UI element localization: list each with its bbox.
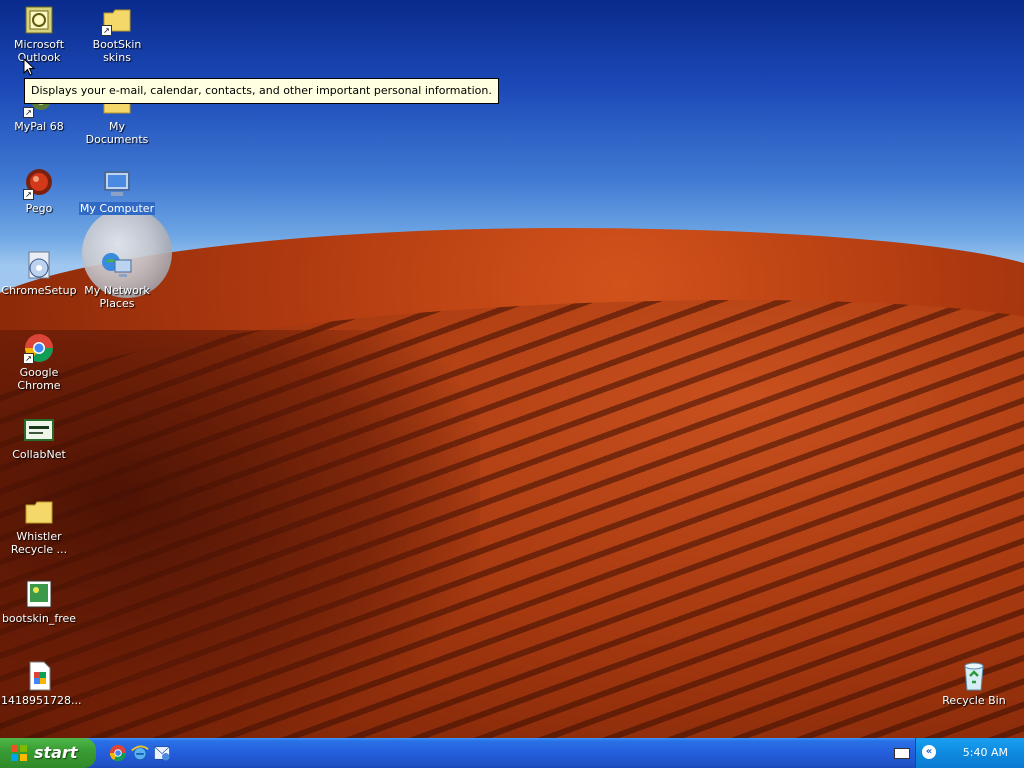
- show-hidden-icons-chevron-icon[interactable]: «: [922, 745, 936, 759]
- desktop-icon-recycle-bin[interactable]: Recycle Bin: [935, 660, 1013, 707]
- icon-label: MyPal 68: [14, 120, 64, 133]
- shortcut-arrow-icon: ↗: [23, 189, 34, 200]
- icon-label: Recycle Bin: [942, 694, 1006, 707]
- clock[interactable]: 5:40 AM: [963, 738, 1008, 768]
- icon-label: ChromeSetup: [1, 284, 77, 297]
- keyboard-icon[interactable]: [894, 748, 910, 759]
- desktop-icon-file-1418951728[interactable]: 1418951728...: [0, 660, 81, 707]
- desktop-icon-whistler-recycle[interactable]: Whistler Recycle ...: [0, 496, 78, 556]
- icon-label: Pego: [25, 202, 53, 215]
- icon-label: BootSkin skins: [92, 38, 142, 64]
- outlook-icon: [23, 4, 55, 36]
- system-tray: « 5:40 AM: [894, 738, 1024, 768]
- desktop-icon-bootskin-skins[interactable]: ↗ BootSkin skins: [78, 4, 156, 64]
- collabnet-icon: [23, 414, 55, 446]
- icon-label: Whistler Recycle ...: [10, 530, 68, 556]
- start-label: start: [34, 743, 78, 762]
- computer-icon: [101, 168, 133, 200]
- outlook-express-icon[interactable]: [152, 743, 172, 763]
- desktop[interactable]: Microsoft Outlook ↗ MyPal 68 ↗ Pego Chro…: [0, 0, 1024, 738]
- icon-label: bootskin_free: [1, 612, 77, 625]
- icon-label: CollabNet: [12, 448, 66, 461]
- tooltip: Displays your e-mail, calendar, contacts…: [24, 78, 499, 104]
- folder-icon: ↗: [101, 4, 133, 36]
- windows-flag-icon: [11, 745, 27, 761]
- chrome-icon: ↗: [23, 332, 55, 364]
- icon-label: My Documents: [85, 120, 149, 146]
- start-button[interactable]: start: [0, 738, 96, 768]
- desktop-icon-bootskin-free[interactable]: bootskin_free: [0, 578, 78, 625]
- icon-label: My Computer: [78, 202, 156, 215]
- shortcut-arrow-icon: ↗: [23, 107, 34, 118]
- taskbar: start « 5:40 AM: [0, 738, 1024, 768]
- desktop-icon-my-network-places[interactable]: My Network Places: [78, 250, 156, 310]
- icon-label: 1418951728...: [1, 694, 82, 707]
- shortcut-arrow-icon: ↗: [23, 353, 34, 364]
- file-icon: [23, 660, 55, 692]
- shortcut-arrow-icon: ↗: [101, 25, 112, 36]
- desktop-icon-google-chrome[interactable]: ↗ Google Chrome: [0, 332, 78, 392]
- pego-icon: ↗: [23, 168, 55, 200]
- desktop-icon-my-computer[interactable]: My Computer: [78, 168, 156, 215]
- folder-icon: [23, 496, 55, 528]
- desktop-icon-outlook[interactable]: Microsoft Outlook: [0, 4, 78, 64]
- icon-label: Microsoft Outlook: [13, 38, 65, 64]
- chrome-icon[interactable]: [108, 743, 128, 763]
- icon-label: My Network Places: [84, 284, 150, 310]
- icon-label: Google Chrome: [17, 366, 61, 392]
- image-icon: [23, 578, 55, 610]
- desktop-icon-pego[interactable]: ↗ Pego: [0, 168, 78, 215]
- internet-explorer-icon[interactable]: [130, 743, 150, 763]
- mouse-cursor-icon: [23, 58, 35, 76]
- network-icon: [101, 250, 133, 282]
- desktop-icon-collabnet[interactable]: CollabNet: [0, 414, 78, 461]
- recycle-bin-icon: [958, 660, 990, 692]
- desktop-icon-chromesetup[interactable]: ChromeSetup: [0, 250, 78, 297]
- setup-icon: [23, 250, 55, 282]
